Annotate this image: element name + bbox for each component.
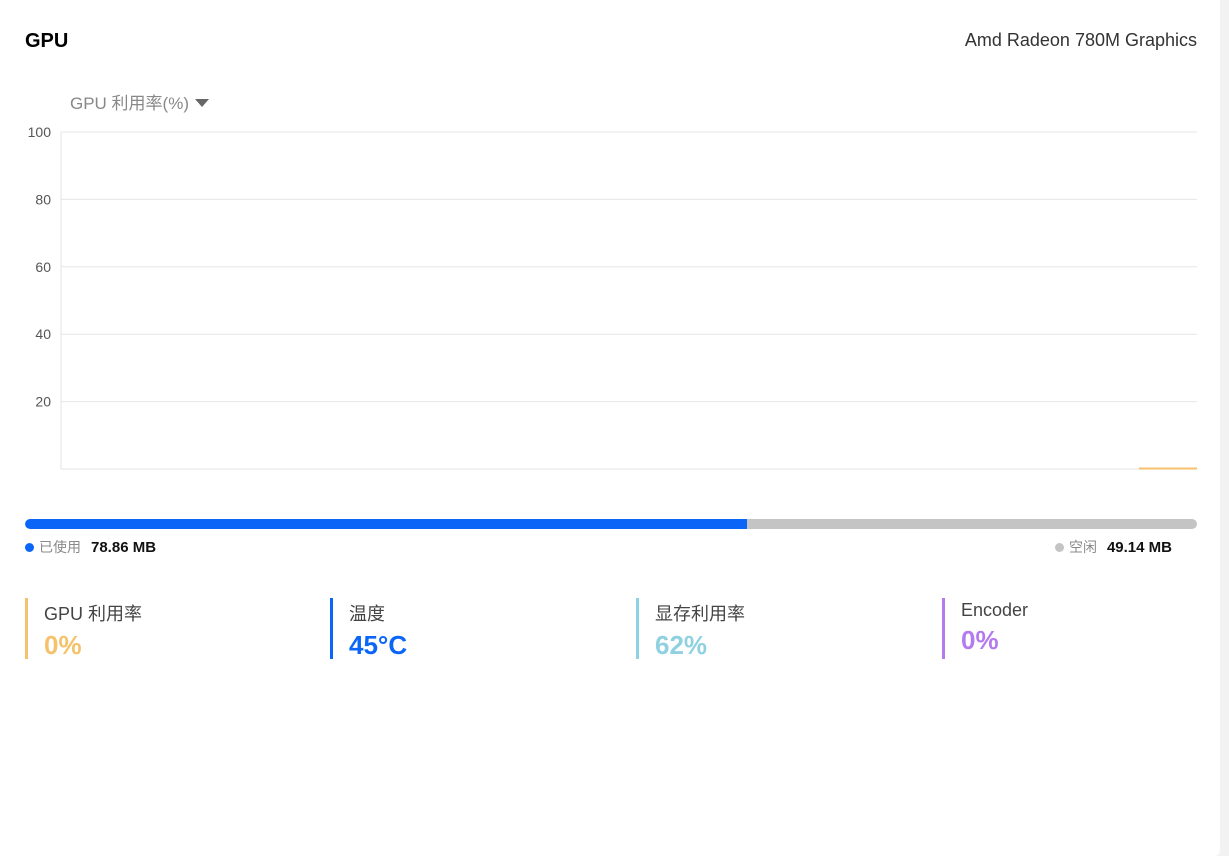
stat-label: GPU 利用率	[44, 604, 143, 624]
y-tick-label: 80	[35, 191, 51, 207]
stat-encoder: Encoder 0%	[942, 598, 1212, 659]
stat-vram-usage: 显存利用率 62%	[636, 598, 906, 660]
memory-free-value: 49.14 MB	[1106, 538, 1172, 556]
memory-used-legend: 已使用 78.86 MB	[25, 537, 156, 557]
used-dot-icon	[25, 542, 34, 552]
metric-selector[interactable]: GPU 利用率(%)	[70, 89, 209, 114]
y-tick-label: 60	[35, 259, 51, 275]
memory-used-label: 已使用	[39, 539, 81, 555]
memory-used-fill	[25, 519, 747, 529]
memory-used-value: 78.86 MB	[91, 538, 157, 556]
y-tick-label: 100	[28, 124, 52, 140]
caret-down-icon	[195, 98, 209, 107]
gpu-panel: GPU Amd Radeon 780M Graphics GPU 利用率(%) …	[0, 0, 1220, 856]
stat-label: 温度	[349, 604, 385, 624]
memory-free-label: 空闲	[1068, 539, 1097, 555]
stat-gpu-usage: GPU 利用率 0%	[25, 598, 295, 660]
panel-title: GPU	[25, 30, 69, 52]
memory-usage-bar	[25, 519, 1197, 529]
stat-label: Encoder	[961, 600, 1029, 620]
y-tick-label: 40	[35, 326, 51, 342]
stat-label: 显存利用率	[655, 604, 745, 624]
memory-free-legend: 空闲 49.14 MB	[1054, 537, 1172, 557]
stat-value: 45°C	[349, 630, 408, 660]
metric-selector-label: GPU 利用率(%)	[70, 94, 189, 113]
gpu-usage-chart: 100 80 60 40 20	[28, 124, 1197, 470]
y-tick-label: 20	[35, 394, 51, 410]
gpu-device-name: Amd Radeon 780M Graphics	[964, 30, 1197, 50]
free-dot-icon	[1054, 542, 1064, 552]
stat-value: 0%	[44, 630, 82, 660]
stat-temperature: 温度 45°C	[330, 598, 600, 660]
stat-value: 0%	[961, 625, 999, 655]
stat-value: 62%	[655, 630, 708, 660]
